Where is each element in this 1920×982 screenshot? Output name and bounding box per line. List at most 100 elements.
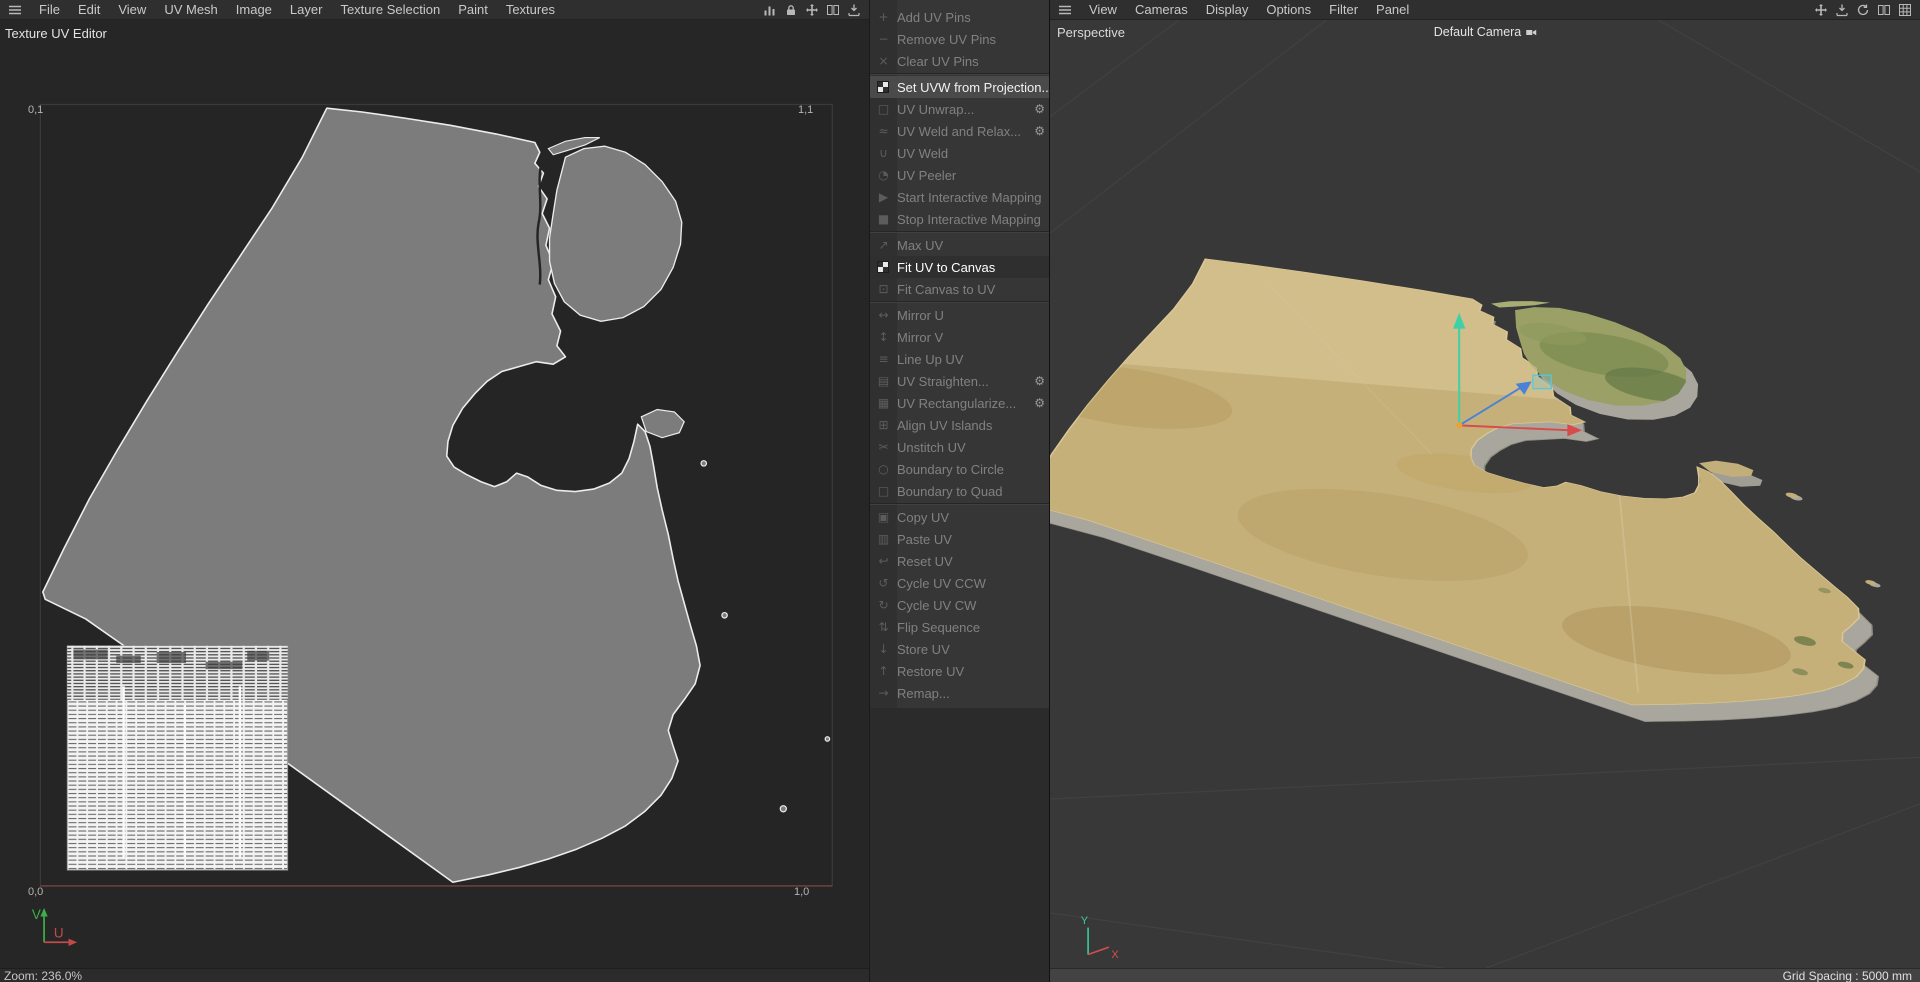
uv-menu-item[interactable]: Set UVW from Projection...⚙ <box>870 76 1049 98</box>
gear-icon[interactable]: ⚙ <box>1034 396 1045 410</box>
uv-menu-item-label: Start Interactive Mapping <box>897 190 1042 205</box>
uv-menu-item[interactable]: ↑Restore UV <box>870 660 1049 682</box>
menubar-item-cameras[interactable]: Cameras <box>1126 0 1197 20</box>
uv-unwrap-icon: □ <box>874 102 893 116</box>
fit-canvas-icon: ⊡ <box>874 282 893 296</box>
uv-canvas[interactable]: V U Texture UV Editor 0,1 1,1 0,0 1,0 <box>0 20 869 968</box>
rectangularize-icon: ▦ <box>874 396 893 410</box>
gear-icon[interactable]: ⚙ <box>1034 102 1045 116</box>
uv-menu-item[interactable]: □Boundary to Quad <box>870 480 1049 502</box>
unstitch-icon: ✂ <box>874 440 893 454</box>
uv-menu-item[interactable]: ▥Paste UV <box>870 528 1049 550</box>
uv-menu-item-label: Align UV Islands <box>897 418 992 433</box>
uv-menu-item[interactable]: × Clear UV Pins <box>870 50 1049 72</box>
reset-uv-icon: ↩ <box>874 554 893 568</box>
menubar-item-display[interactable]: Display <box>1197 0 1258 20</box>
stop-mapping-icon: ■ <box>874 212 893 226</box>
uv-editor-panel: FileEditViewUV MeshImageLayerTexture Sel… <box>0 0 869 982</box>
gear-icon[interactable]: ⚙ <box>1034 124 1045 138</box>
uv-menu-item-label: Mirror V <box>897 330 943 345</box>
uv-menu-item[interactable]: ≈UV Weld and Relax...⚙ <box>870 120 1049 142</box>
uv-menu-item[interactable]: ▣Copy UV <box>870 506 1049 528</box>
uv-menu-item-label: Unstitch UV <box>897 440 966 455</box>
uv-menu-item[interactable]: ↓Store UV <box>870 638 1049 660</box>
uv-menu-item-label: Stop Interactive Mapping <box>897 212 1041 227</box>
uv-menu-item[interactable]: ○Boundary to Circle <box>870 458 1049 480</box>
menubar-item-edit[interactable]: Edit <box>69 0 109 20</box>
gear-icon[interactable]: ⚙ <box>1034 374 1045 388</box>
uv-menu-item-label: Boundary to Quad <box>897 484 1003 499</box>
uv-menu-item-label: Paste UV <box>897 532 952 547</box>
split-panes-icon[interactable] <box>826 3 840 17</box>
uv-menu-item[interactable]: ↻Cycle UV CW <box>870 594 1049 616</box>
uv-menu-item[interactable]: ▦UV Rectangularize...⚙ <box>870 392 1049 414</box>
uv-menu-item-label: Clear UV Pins <box>897 54 979 69</box>
hamburger-menu-icon[interactable] <box>1050 5 1080 15</box>
dock-download-icon[interactable] <box>847 3 861 17</box>
uv-menu-item[interactable]: Fit UV to Canvas <box>870 256 1049 278</box>
uv-islands-block[interactable] <box>67 646 287 870</box>
line-up-icon: ≡ <box>874 352 893 366</box>
uv-menu-item[interactable]: ◔UV Peeler <box>870 164 1049 186</box>
hamburger-menu-icon[interactable] <box>0 5 30 15</box>
menubar-item-image[interactable]: Image <box>227 0 281 20</box>
uv-menu-item[interactable]: ✂ Unstitch UV <box>870 436 1049 458</box>
uv-menu-item[interactable]: ⊞Align UV Islands <box>870 414 1049 436</box>
uv-menu-item[interactable]: + Add UV Pins <box>870 6 1049 28</box>
uv-menu-item[interactable]: ■ Stop Interactive Mapping <box>870 208 1049 230</box>
menubar-item-filter[interactable]: Filter <box>1320 0 1367 20</box>
pin-clear-icon: × <box>874 54 893 68</box>
uv-menu-item[interactable]: ⇅Flip Sequence <box>870 616 1049 638</box>
split-panes-icon[interactable] <box>1877 3 1891 17</box>
menubar-item-view[interactable]: View <box>109 0 155 20</box>
camera-label[interactable]: Default Camera <box>1434 25 1537 39</box>
viewport-3d[interactable]: Y X Perspective Default Camera <box>1050 20 1920 968</box>
move-icon[interactable] <box>1814 3 1828 17</box>
uv-menu-item-label: Store UV <box>897 642 950 657</box>
uv-menu-item[interactable]: ∪UV Weld <box>870 142 1049 164</box>
menubar-item-textures[interactable]: Textures <box>497 0 564 20</box>
uv-menu-item[interactable]: ≡Line Up UV <box>870 348 1049 370</box>
uv-menu-item[interactable]: ↩Reset UV <box>870 550 1049 572</box>
uv-corner-label-top-right: 1,1 <box>798 104 813 116</box>
cycle-cw-icon: ↻ <box>874 598 893 612</box>
uv-menu-item[interactable]: ⊡ Fit Canvas to UV <box>870 278 1049 300</box>
grid-icon[interactable] <box>1898 3 1912 17</box>
histogram-icon[interactable] <box>763 3 777 17</box>
uv-menu-item[interactable]: →Remap... <box>870 682 1049 704</box>
uv-menu-item[interactable]: −Remove UV Pins <box>870 28 1049 50</box>
move-icon[interactable] <box>805 3 819 17</box>
uv-menu-item[interactable]: □UV Unwrap...⚙ <box>870 98 1049 120</box>
uv-menu-item[interactable]: ↺Cycle UV CCW <box>870 572 1049 594</box>
uv-menu-item-label: Fit Canvas to UV <box>897 282 995 297</box>
panel-title: Texture UV Editor <box>5 26 107 41</box>
uv-menu-item[interactable]: ↔Mirror U <box>870 304 1049 326</box>
uv-menu-item[interactable]: ▤UV Straighten...⚙ <box>870 370 1049 392</box>
viewport-panel: ViewCamerasDisplayOptionsFilterPanel <box>1050 0 1920 982</box>
menubar-item-layer[interactable]: Layer <box>281 0 332 20</box>
pin-remove-icon: − <box>874 32 893 46</box>
uv-menu-item-label: Add UV Pins <box>897 10 971 25</box>
menubar-item-texture-selection[interactable]: Texture Selection <box>331 0 449 20</box>
viewport-menubar: ViewCamerasDisplayOptionsFilterPanel <box>1050 0 1920 20</box>
lock-icon[interactable] <box>784 3 798 17</box>
right-menubar-items: ViewCamerasDisplayOptionsFilterPanel <box>1080 0 1418 20</box>
uv-menu-item[interactable]: ▶Start Interactive Mapping <box>870 186 1049 208</box>
dock-download-icon[interactable] <box>1835 3 1849 17</box>
menubar-item-uv-mesh[interactable]: UV Mesh <box>155 0 226 20</box>
menubar-item-options[interactable]: Options <box>1257 0 1320 20</box>
axis-x-label: X <box>1111 949 1119 961</box>
uv-menu-item-label: Max UV <box>897 238 943 253</box>
sync-icon[interactable] <box>1856 3 1870 17</box>
menubar-item-paint[interactable]: Paint <box>449 0 497 20</box>
menubar-item-panel[interactable]: Panel <box>1367 0 1418 20</box>
uv-weld-icon: ∪ <box>874 146 893 160</box>
uv-command-list: + Add UV Pins −Remove UV Pins × Clear UV Pin… <box>870 0 1049 708</box>
menubar-item-file[interactable]: File <box>30 0 69 20</box>
menubar-item-view[interactable]: View <box>1080 0 1126 20</box>
pin-add-icon: + <box>874 10 893 24</box>
uv-menu-item[interactable]: ↕Mirror V <box>870 326 1049 348</box>
weld-relax-icon: ≈ <box>874 124 893 138</box>
axis-y-label: Y <box>1081 915 1089 927</box>
uv-menu-item[interactable]: ↗Max UV <box>870 234 1049 256</box>
